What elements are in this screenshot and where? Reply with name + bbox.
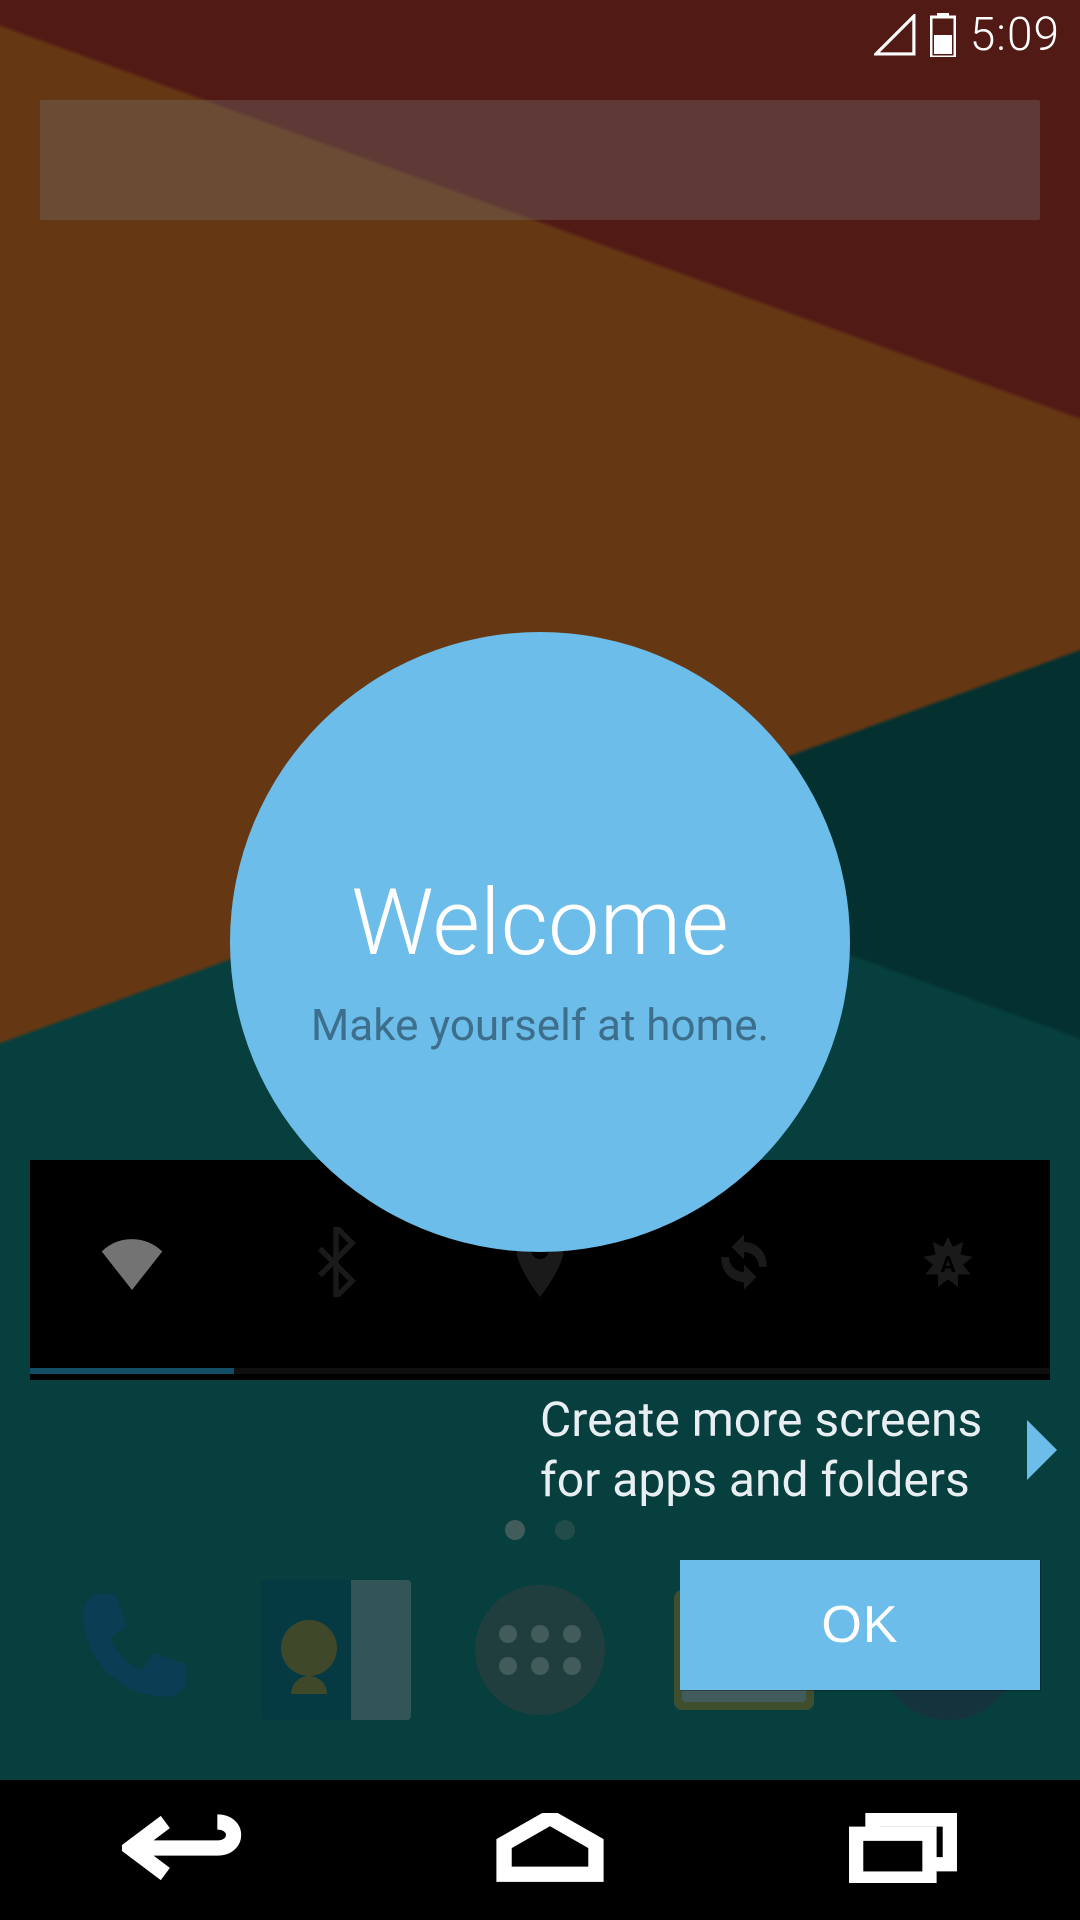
ok-button[interactable]: OK: [680, 1560, 1040, 1690]
cell-signal-icon: [874, 14, 916, 56]
recents-icon: [848, 1868, 958, 1887]
home-button[interactable]: [495, 1813, 605, 1887]
back-button[interactable]: [122, 1813, 252, 1887]
navigation-bar: [0, 1780, 1080, 1920]
battery-icon: [930, 13, 956, 57]
status-bar: 5:09: [0, 0, 1080, 70]
welcome-title: Welcome: [351, 870, 728, 977]
back-icon: [122, 1868, 252, 1887]
clock: 5:09: [970, 8, 1060, 62]
home-icon: [495, 1868, 605, 1887]
chevron-right-icon: [1024, 1420, 1060, 1484]
recents-button[interactable]: [848, 1813, 958, 1887]
welcome-subtitle: Make yourself at home.: [311, 997, 769, 1054]
welcome-dialog: Welcome Make yourself at home.: [230, 632, 850, 1252]
tutorial-hint-text: Create more screens for apps and folders: [540, 1390, 990, 1510]
